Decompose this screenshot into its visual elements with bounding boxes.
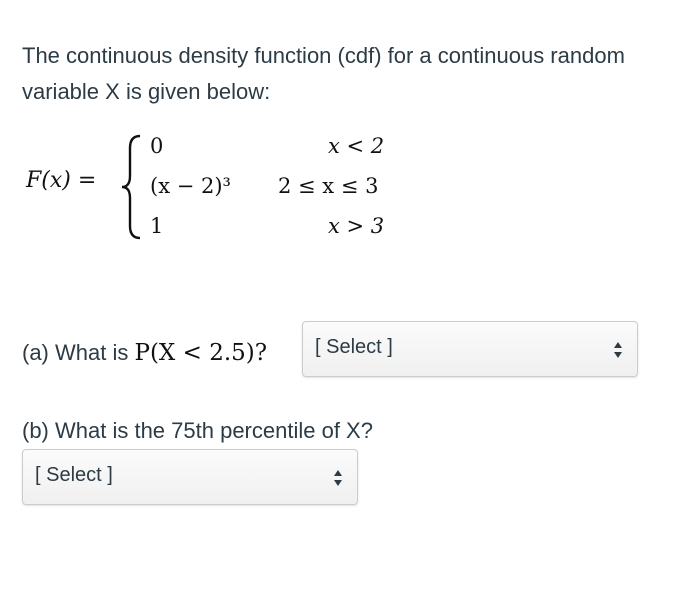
- case-value-2: (x − 2)³: [150, 174, 231, 198]
- question-a-select[interactable]: [ Select ]: [302, 321, 638, 377]
- question-b-select[interactable]: [ Select ]: [22, 449, 358, 505]
- question-a-math: P(X < 2.5)?: [134, 340, 268, 366]
- case-condition-2: 2 ≤ x ≤ 3: [278, 174, 379, 198]
- case-value-1: 0: [150, 134, 164, 158]
- question-a: (a) What is P(X < 2.5)?: [22, 340, 267, 366]
- case-condition-1: x < 2: [328, 134, 385, 158]
- question-a-prefix: (a) What is: [22, 340, 129, 365]
- case-condition-3: x > 3: [328, 214, 385, 238]
- question-a-select-value: [ Select ]: [315, 336, 393, 358]
- problem-intro: The continuous density function (cdf) fo…: [22, 43, 625, 104]
- up-down-arrows-icon: [614, 342, 622, 358]
- question-b: (b) What is the 75th percentile of X?: [22, 418, 373, 443]
- case-value-3: 1: [150, 214, 164, 238]
- left-brace-icon: [121, 134, 141, 240]
- up-down-arrows-icon: [334, 470, 342, 486]
- question-b-select-value: [ Select ]: [35, 464, 113, 486]
- cdf-lhs: F(x) =: [26, 168, 97, 193]
